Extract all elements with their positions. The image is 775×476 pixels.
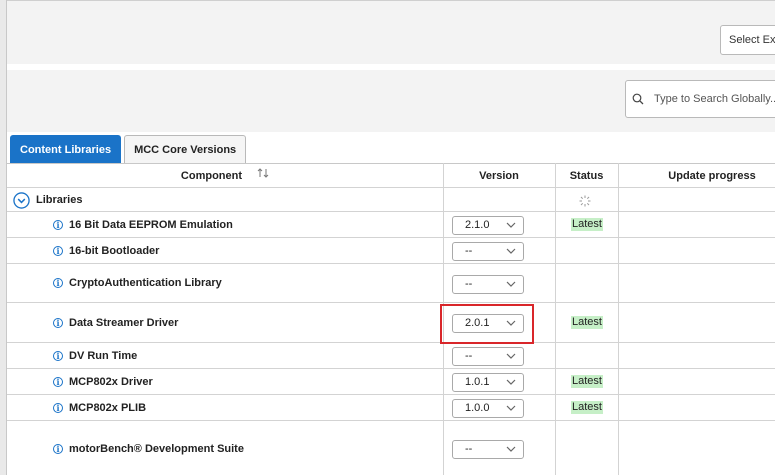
column-divider: [555, 163, 556, 475]
row-name-cell: i MCP802x PLIB: [53, 402, 146, 414]
row-name: DV Run Time: [69, 350, 138, 362]
tab-content-libraries[interactable]: Content Libraries: [10, 135, 122, 163]
row-name: CryptoAuthentication Library: [69, 277, 222, 289]
table-row: i CryptoAuthentication Library --: [7, 264, 775, 303]
info-icon[interactable]: i: [53, 246, 63, 256]
loading-spinner-icon: [579, 194, 591, 212]
version-value: --: [465, 278, 473, 290]
column-header-component[interactable]: Component: [7, 164, 443, 188]
row-name-cell: i CryptoAuthentication Library: [53, 277, 222, 289]
row-name-cell: i 16 Bit Data EEPROM Emulation: [53, 219, 233, 231]
row-name-cell: i DV Run Time: [53, 350, 137, 362]
status-badge: Latest: [571, 375, 603, 388]
version-value: 1.0.1: [465, 376, 490, 388]
column-header-update-progress: Update progress: [668, 170, 756, 182]
table-row: i motorBench® Development Suite --: [7, 421, 775, 476]
row-name: 16 Bit Data EEPROM Emulation: [69, 219, 233, 231]
chevron-down-icon: [506, 353, 516, 359]
row-name: 16-bit Bootloader: [69, 245, 160, 257]
window-left-edge: [0, 0, 7, 475]
table-row: i 16-bit Bootloader --: [7, 238, 775, 264]
group-label: Libraries: [36, 194, 83, 206]
version-dropdown[interactable]: 1.0.1: [452, 373, 524, 392]
status-badge: Latest: [571, 401, 603, 414]
version-dropdown[interactable]: --: [452, 440, 524, 459]
row-name: Data Streamer Driver: [69, 317, 179, 329]
version-value: --: [465, 350, 473, 362]
info-icon[interactable]: i: [53, 278, 63, 288]
row-name-cell: i 16-bit Bootloader: [53, 245, 159, 257]
table-row: i MCP802x PLIB 1.0.0 Latest: [7, 395, 775, 421]
group-libraries[interactable]: Libraries: [13, 191, 82, 209]
table-row: i Data Streamer Driver 2.0.1 Latest: [7, 303, 775, 343]
info-icon[interactable]: i: [53, 403, 63, 413]
table-row: i MCP802x Driver 1.0.1 Latest: [7, 369, 775, 395]
chevron-down-icon: [506, 248, 516, 254]
row-name-cell: i Data Streamer Driver: [53, 317, 178, 329]
search-icon: [632, 92, 646, 106]
info-icon[interactable]: i: [53, 444, 63, 454]
status-badge: Latest: [571, 218, 603, 231]
sort-icon[interactable]: [257, 164, 269, 188]
column-header-component-label: Component: [180, 170, 243, 182]
chevron-down-icon: [506, 222, 516, 228]
global-search-box[interactable]: [625, 80, 775, 118]
row-name-cell: i MCP802x Driver: [53, 376, 153, 388]
chevron-down-icon: [506, 446, 516, 452]
column-header-status: Status: [569, 170, 604, 182]
table-row: i 16 Bit Data EEPROM Emulation 2.1.0 Late…: [7, 212, 775, 238]
table-row: i DV Run Time --: [7, 343, 775, 369]
info-icon[interactable]: i: [53, 318, 63, 328]
version-value: --: [465, 245, 473, 257]
column-header-version: Version: [479, 170, 519, 182]
table-header-row: Component Version Status Update progress: [7, 164, 775, 188]
status-badge: Latest: [571, 316, 603, 329]
version-value: --: [465, 443, 473, 455]
chevron-down-icon: [506, 281, 516, 287]
info-icon[interactable]: i: [53, 377, 63, 387]
row-name: MCP802x PLIB: [69, 402, 147, 414]
tab-bar: Content Libraries MCC Core Versions: [10, 135, 249, 163]
row-name-cell: i motorBench® Development Suite: [53, 443, 244, 455]
top-toolbar-panel: [7, 0, 775, 65]
select-export-dropdown[interactable]: Select Exp: [720, 25, 775, 55]
version-value: 2.1.0: [465, 219, 490, 231]
row-name: MCP802x Driver: [69, 376, 153, 388]
info-icon[interactable]: i: [53, 220, 63, 230]
row-name: motorBench® Development Suite: [69, 443, 244, 455]
version-dropdown[interactable]: --: [452, 275, 524, 294]
highlight-box: [440, 304, 534, 344]
info-icon[interactable]: i: [53, 351, 63, 361]
tab-mcc-core-versions[interactable]: MCC Core Versions: [124, 135, 247, 163]
table-group-row: Libraries: [7, 188, 775, 212]
search-input[interactable]: [652, 92, 775, 106]
chevron-down-icon: [506, 405, 516, 411]
column-divider: [618, 163, 619, 475]
chevron-down-icon: [506, 379, 516, 385]
expand-collapse-icon[interactable]: [13, 191, 30, 209]
version-dropdown[interactable]: --: [452, 347, 524, 366]
version-value: 1.0.0: [465, 402, 490, 414]
version-dropdown[interactable]: 1.0.0: [452, 399, 524, 418]
version-dropdown[interactable]: --: [452, 242, 524, 261]
libraries-table: Component Version Status Update progress…: [7, 163, 775, 476]
version-dropdown[interactable]: 2.1.0: [452, 216, 524, 235]
